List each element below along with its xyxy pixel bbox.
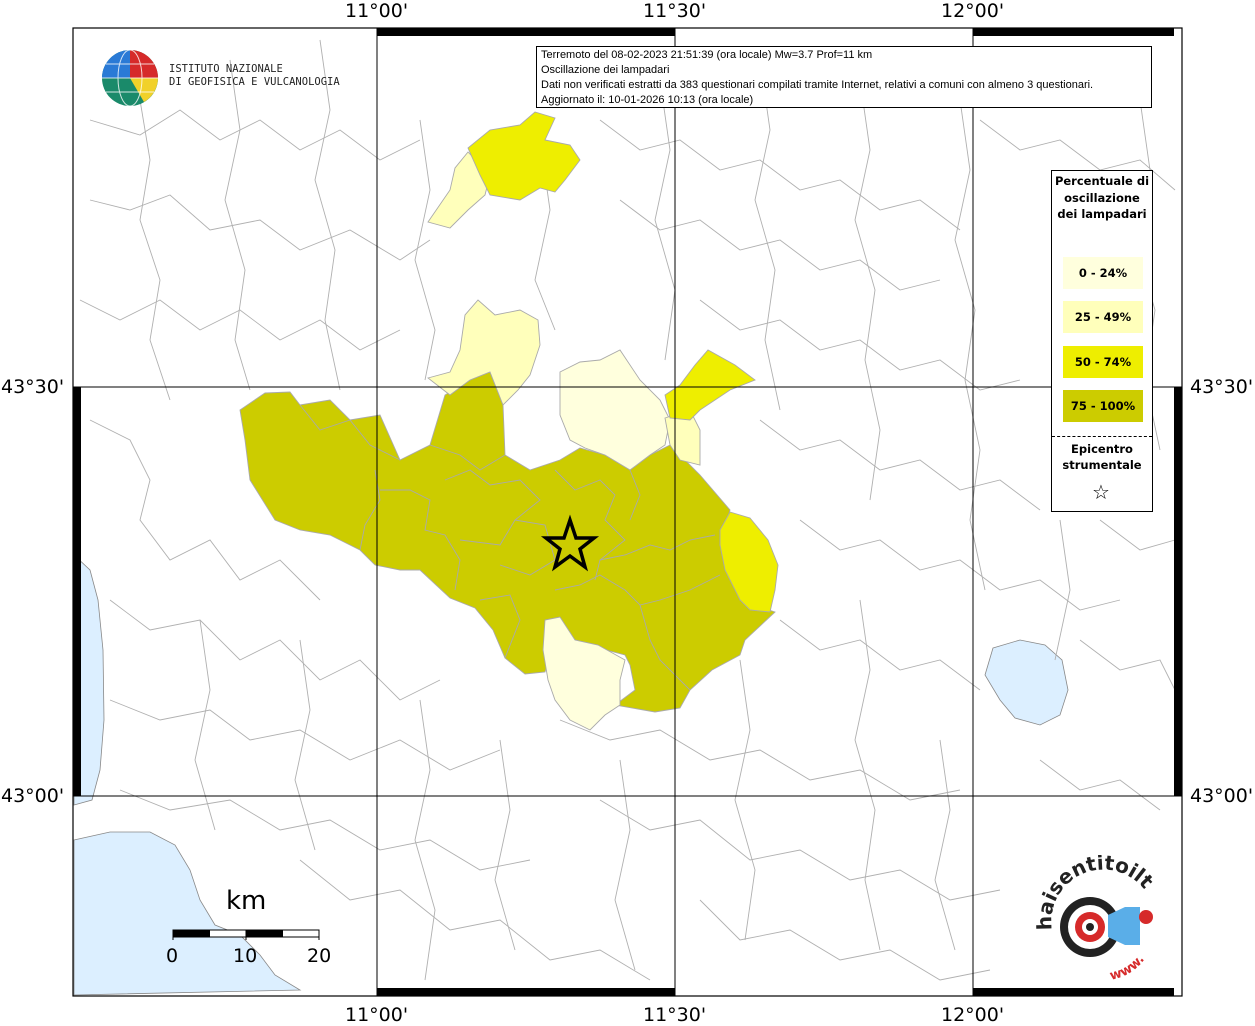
scalebar-tick-10: 10 (233, 945, 258, 967)
axis-label-right-1: 43°30' (1190, 376, 1254, 398)
axis-label-right-2: 43°00' (1190, 785, 1254, 807)
svg-text:www.: www. (1108, 952, 1148, 984)
axis-label-bottom-1: 11°00' (345, 1004, 409, 1026)
haisentito-url-text: www. (1108, 952, 1148, 984)
map-type-line: Oscillazione dei lampadari (541, 64, 670, 76)
axis-label-bottom-3: 12°00' (941, 1004, 1005, 1026)
scalebar-unit: km (226, 886, 267, 916)
scalebar-tick-0: 0 (166, 945, 179, 967)
updated-line: Aggiornato il: 10-01-2026 10:13 (ora loc… (541, 94, 754, 106)
ingv-globe-logo (102, 49, 158, 107)
ingv-name: ISTITUTO NAZIONALE DI GEOFISICA E VULCAN… (169, 63, 340, 89)
legend-class-3: 75 - 100% (1063, 390, 1143, 422)
axis-label-left-2: 43°00' (1, 785, 65, 807)
axis-label-top-1: 11°00' (345, 0, 409, 22)
haisentito-logo: haisentitoilterremoto.it www. (1030, 855, 1159, 984)
axis-label-bottom-2: 11°30' (643, 1004, 707, 1026)
legend-class-0: 0 - 24% (1063, 257, 1143, 289)
legend-epicenter-label: Epicentro strumentale (1062, 442, 1142, 472)
ingv-name-line2: DI GEOFISICA E VULCANOLOGIA (169, 76, 340, 88)
axis-label-top-2: 11°30' (643, 0, 707, 22)
event-info-box: Terremoto del 08-02-2023 21:51:39 (ora l… (536, 46, 1152, 108)
axis-label-top-3: 12°00' (941, 0, 1005, 22)
legend-class-1: 25 - 49% (1063, 301, 1143, 333)
legend-title: Percentuale di oscillazione dei lampadar… (1054, 174, 1150, 221)
legend-star-icon: ☆ (1092, 480, 1110, 504)
legend-separator (1052, 436, 1152, 437)
ingv-name-line1: ISTITUTO NAZIONALE (169, 63, 283, 75)
data-source-line: Dati non verificati estratti da 383 ques… (541, 79, 1094, 91)
scalebar-tick-20: 20 (307, 945, 332, 967)
axis-label-left-1: 43°30' (1, 376, 65, 398)
legend-class-2: 50 - 74% (1063, 346, 1143, 378)
legend: Percentuale di oscillazione dei lampadar… (1051, 170, 1153, 512)
event-line: Terremoto del 08-02-2023 21:51:39 (ora l… (541, 49, 873, 61)
